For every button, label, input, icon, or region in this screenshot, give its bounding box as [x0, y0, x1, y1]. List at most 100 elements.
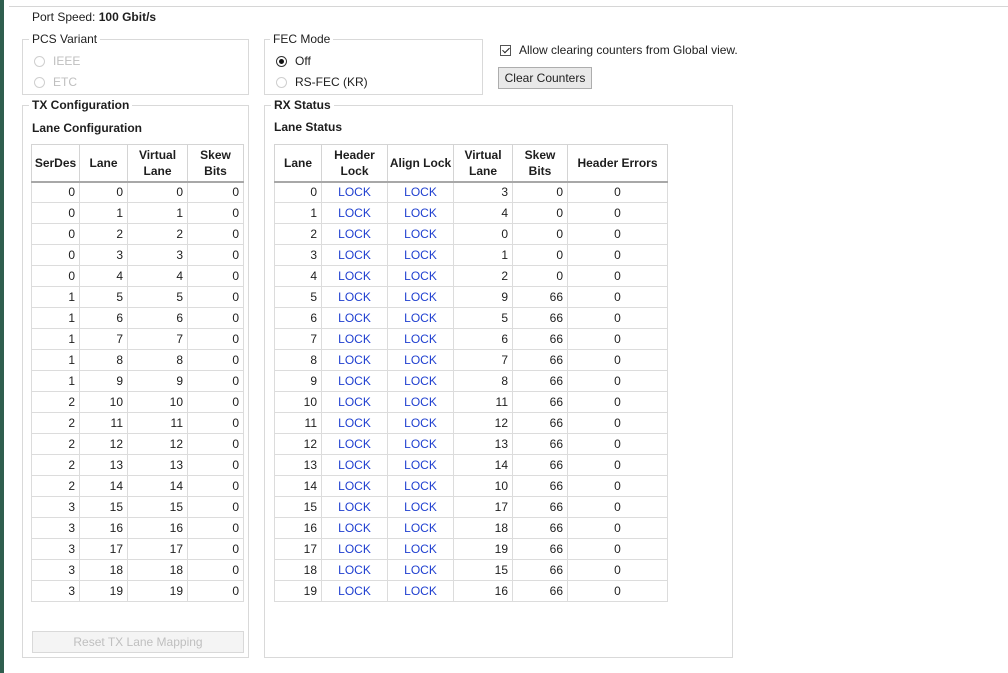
- rx-header-errors-cell: 0: [567, 307, 668, 329]
- tx-virtual-lane-cell: 10: [127, 391, 188, 413]
- rx-header-lock-cell: LOCK: [321, 181, 388, 203]
- table-row[interactable]: 14 LOCK LOCK 10 66 0: [274, 475, 668, 497]
- table-row[interactable]: 0110: [31, 202, 244, 224]
- rx-col-align-lock[interactable]: Align Lock: [387, 144, 454, 183]
- rx-skew-bits-cell: 66: [512, 370, 568, 392]
- tx-skew-bits-cell: 0: [187, 454, 244, 476]
- tx-virtual-lane-cell: 17: [127, 538, 188, 560]
- tx-serdes-cell: 1: [31, 307, 80, 329]
- table-row[interactable]: 3 15 15 0: [31, 496, 244, 518]
- table-row[interactable]: 3 17 17 0: [31, 538, 244, 560]
- table-row[interactable]: 2 10 10 0: [31, 391, 244, 413]
- table-row[interactable]: 15 LOCK LOCK 17 66 0: [274, 496, 668, 518]
- table-row[interactable]: 1770: [31, 328, 244, 350]
- tx-col-skew-bits[interactable]: Skew Bits: [187, 144, 244, 183]
- fec-mode-rsfec-label: RS-FEC (KR): [295, 75, 368, 89]
- tx-lane-cell: 9: [79, 370, 128, 392]
- table-row[interactable]: 18 LOCK LOCK 15 66 0: [274, 559, 668, 581]
- tx-skew-bits-cell: 0: [187, 349, 244, 371]
- rx-skew-bits-cell: 66: [512, 307, 568, 329]
- table-row[interactable]: 0 LOCK LOCK 3 0 0: [274, 181, 668, 203]
- tx-virtual-lane-cell: 5: [127, 286, 188, 308]
- table-row[interactable]: 2 LOCK LOCK 0 0 0: [274, 223, 668, 245]
- tx-virtual-lane-cell: 1: [127, 202, 188, 224]
- pcs-variant-etc-option[interactable]: ETC: [34, 75, 77, 89]
- top-divider: [9, 0, 1008, 7]
- rx-col-skew-bits[interactable]: Skew Bits: [512, 144, 568, 183]
- table-row[interactable]: 0330: [31, 244, 244, 266]
- table-row[interactable]: 2 11 11 0: [31, 412, 244, 434]
- tx-virtual-lane-cell: 19: [127, 580, 188, 602]
- rx-header-errors-cell: 0: [567, 223, 668, 245]
- rx-col-virtual-lane[interactable]: Virtual Lane: [453, 144, 513, 183]
- tx-col-lane[interactable]: Lane: [79, 144, 128, 183]
- rx-virtual-lane-cell: 6: [453, 328, 513, 350]
- rx-header-errors-cell: 0: [567, 265, 668, 287]
- rx-header-lock-cell: LOCK: [321, 496, 388, 518]
- table-row[interactable]: 9 LOCK LOCK 8 66 0: [274, 370, 668, 392]
- table-row[interactable]: 2 13 13 0: [31, 454, 244, 476]
- tx-skew-bits-cell: 0: [187, 391, 244, 413]
- table-row[interactable]: 5 LOCK LOCK 9 66 0: [274, 286, 668, 308]
- table-row[interactable]: 2 14 14 0: [31, 475, 244, 497]
- tx-virtual-lane-cell: 11: [127, 412, 188, 434]
- table-row[interactable]: 8 LOCK LOCK 7 66 0: [274, 349, 668, 371]
- tx-virtual-lane-cell: 0: [127, 181, 188, 203]
- rx-skew-bits-cell: 0: [512, 181, 568, 203]
- table-row[interactable]: 3 19 19 0: [31, 580, 244, 602]
- table-row[interactable]: 7 LOCK LOCK 6 66 0: [274, 328, 668, 350]
- rx-col-header-errors[interactable]: Header Errors: [567, 144, 668, 183]
- rx-col-lane[interactable]: Lane: [274, 144, 322, 183]
- tx-col-virtual-lane[interactable]: Virtual Lane: [127, 144, 188, 183]
- allow-clearing-checkbox[interactable]: Allow clearing counters from Global view…: [500, 43, 738, 57]
- tx-skew-bits-cell: 0: [187, 580, 244, 602]
- table-row[interactable]: 2 12 12 0: [31, 433, 244, 455]
- rx-skew-bits-cell: 0: [512, 244, 568, 266]
- table-row[interactable]: 0000: [31, 181, 244, 203]
- table-row[interactable]: 12 LOCK LOCK 13 66 0: [274, 433, 668, 455]
- table-row[interactable]: 6 LOCK LOCK 5 66 0: [274, 307, 668, 329]
- tx-serdes-cell: 2: [31, 475, 80, 497]
- tx-serdes-cell: 3: [31, 580, 80, 602]
- rx-lane-cell: 18: [274, 559, 322, 581]
- table-row[interactable]: 4 LOCK LOCK 2 0 0: [274, 265, 668, 287]
- table-row[interactable]: 10 LOCK LOCK 11 66 0: [274, 391, 668, 413]
- tx-serdes-cell: 1: [31, 286, 80, 308]
- table-row[interactable]: 1990: [31, 370, 244, 392]
- rx-align-lock-cell: LOCK: [387, 580, 454, 602]
- rx-lane-cell: 9: [274, 370, 322, 392]
- port-speed-label: Port Speed:: [32, 10, 96, 24]
- rx-align-lock-cell: LOCK: [387, 559, 454, 581]
- table-row[interactable]: 11 LOCK LOCK 12 66 0: [274, 412, 668, 434]
- rx-lane-cell: 2: [274, 223, 322, 245]
- table-row[interactable]: 1550: [31, 286, 244, 308]
- table-row[interactable]: 17 LOCK LOCK 19 66 0: [274, 538, 668, 560]
- table-row[interactable]: 0440: [31, 265, 244, 287]
- tx-lane-cell: 13: [79, 454, 128, 476]
- fec-mode-off-option[interactable]: Off: [276, 54, 311, 68]
- table-row[interactable]: 13 LOCK LOCK 14 66 0: [274, 454, 668, 476]
- table-row[interactable]: 19 LOCK LOCK 16 66 0: [274, 580, 668, 602]
- reset-tx-lane-mapping-button[interactable]: Reset TX Lane Mapping: [32, 631, 244, 653]
- tx-skew-bits-cell: 0: [187, 328, 244, 350]
- rx-virtual-lane-cell: 8: [453, 370, 513, 392]
- rx-col-header-lock[interactable]: Header Lock: [321, 144, 388, 183]
- table-row[interactable]: 0220: [31, 223, 244, 245]
- rx-skew-bits-cell: 66: [512, 559, 568, 581]
- table-row[interactable]: 3 18 18 0: [31, 559, 244, 581]
- clear-counters-button[interactable]: Clear Counters: [498, 67, 592, 89]
- tx-col-serdes[interactable]: SerDes: [31, 144, 80, 183]
- table-row[interactable]: 1880: [31, 349, 244, 371]
- table-row[interactable]: 1660: [31, 307, 244, 329]
- table-row[interactable]: 1 LOCK LOCK 4 0 0: [274, 202, 668, 224]
- fec-mode-rsfec-option[interactable]: RS-FEC (KR): [276, 75, 368, 89]
- tx-lane-cell: 18: [79, 559, 128, 581]
- pcs-variant-etc-label: ETC: [53, 75, 77, 89]
- rx-align-lock-cell: LOCK: [387, 349, 454, 371]
- pcs-variant-ieee-option[interactable]: IEEE: [34, 54, 80, 68]
- rx-lane-table: Lane Header Lock Align Lock Virtual Lane…: [274, 144, 668, 602]
- table-row[interactable]: 3 LOCK LOCK 1 0 0: [274, 244, 668, 266]
- tx-skew-bits-cell: 0: [187, 475, 244, 497]
- table-row[interactable]: 3 16 16 0: [31, 517, 244, 539]
- table-row[interactable]: 16 LOCK LOCK 18 66 0: [274, 517, 668, 539]
